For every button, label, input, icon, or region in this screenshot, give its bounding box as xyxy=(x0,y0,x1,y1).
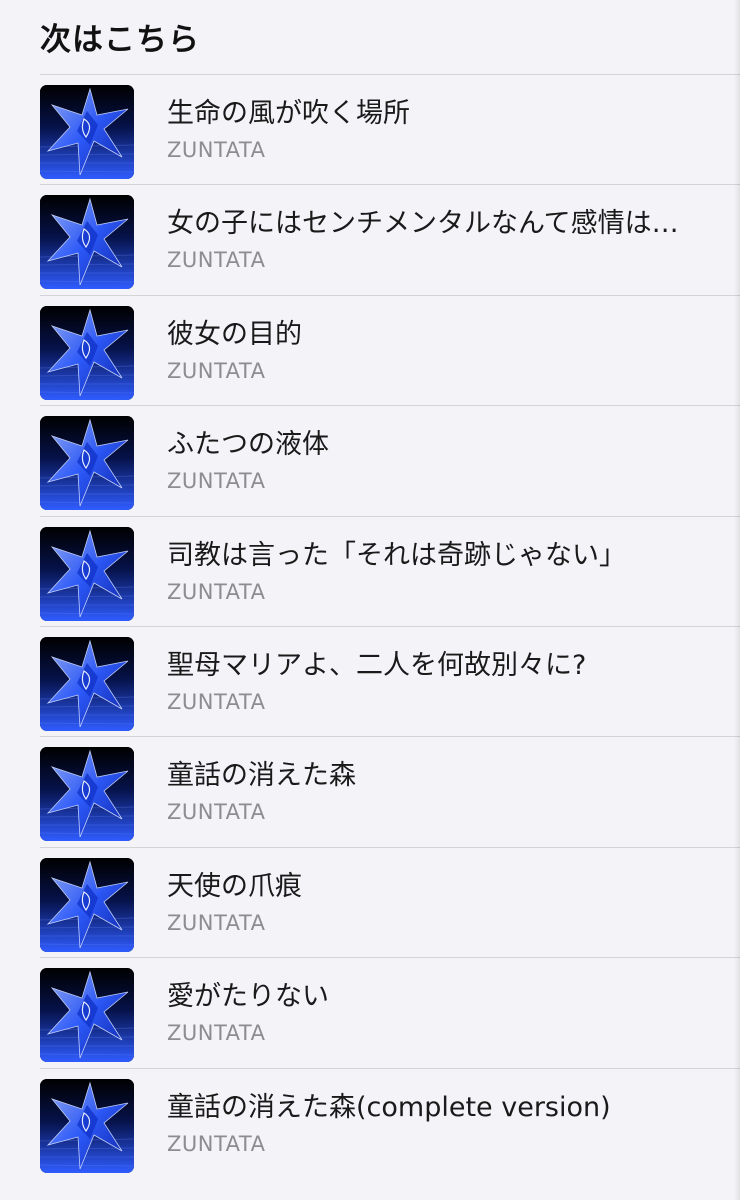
track-list: 生命の風が吹く場所 ZUNTATA 女の子にはセンチメンタルなんて感情は… ZU… xyxy=(0,74,740,1178)
album-art-icon xyxy=(40,857,134,952)
track-title: 聖母マリアよ、二人を何故別々に? xyxy=(167,649,587,681)
track-artist: ZUNTATA xyxy=(167,579,266,604)
album-art-icon xyxy=(40,526,134,621)
track-artist: ZUNTATA xyxy=(167,1021,266,1046)
track-artist: ZUNTATA xyxy=(167,248,266,273)
album-art-icon xyxy=(40,305,134,400)
track-title: 愛がたりない xyxy=(167,981,329,1013)
track-title: ふたつの液体 xyxy=(167,429,329,461)
track-row[interactable]: 聖母マリアよ、二人を何故別々に? ZUNTATA xyxy=(40,625,740,736)
track-title: 司教は言った「それは奇跡じゃない」 xyxy=(167,539,626,571)
track-row[interactable]: 司教は言った「それは奇跡じゃない」 ZUNTATA xyxy=(40,515,740,626)
track-artist: ZUNTATA xyxy=(167,1131,266,1156)
up-next-title: 次はこちら xyxy=(40,21,200,58)
track-title: 童話の消えた森(complete version) xyxy=(167,1091,611,1123)
up-next-screen: 次はこちら 生命の風が吹く場所 ZUNTATA 女の子にはセンチメンタルなんて感… xyxy=(0,0,740,1200)
track-row[interactable]: 愛がたりない ZUNTATA xyxy=(40,957,740,1067)
album-art-icon xyxy=(40,195,134,290)
track-title: 天使の爪痕 xyxy=(167,870,302,902)
album-art-icon xyxy=(40,747,134,842)
track-title: 生命の風が吹く場所 xyxy=(167,98,410,129)
track-artist: ZUNTATA xyxy=(167,358,266,383)
track-artist: ZUNTATA xyxy=(167,910,266,935)
track-row[interactable]: 童話の消えた森 ZUNTATA xyxy=(40,736,740,846)
track-row[interactable]: 女の子にはセンチメンタルなんて感情は… ZUNTATA xyxy=(40,184,740,294)
album-art-icon xyxy=(40,416,134,511)
track-row[interactable]: 童話の消えた森(complete version) ZUNTATA xyxy=(40,1067,740,1178)
track-artist: ZUNTATA xyxy=(167,138,266,162)
album-art-icon xyxy=(40,636,134,731)
album-art-icon xyxy=(40,1078,134,1173)
track-row[interactable]: 天使の爪痕 ZUNTATA xyxy=(40,846,740,957)
track-row[interactable]: 生命の風が吹く場所 ZUNTATA xyxy=(40,74,740,184)
track-artist: ZUNTATA xyxy=(167,469,266,494)
album-art-icon xyxy=(40,85,134,179)
album-art-icon xyxy=(40,968,134,1063)
track-row[interactable]: ふたつの液体 ZUNTATA xyxy=(40,405,740,515)
header: 次はこちら xyxy=(40,8,200,64)
track-title: 女の子にはセンチメンタルなんて感情は… xyxy=(167,208,679,240)
track-title: 童話の消えた森 xyxy=(167,760,356,792)
track-artist: ZUNTATA xyxy=(167,689,266,714)
track-artist: ZUNTATA xyxy=(167,800,266,825)
track-row[interactable]: 彼女の目的 ZUNTATA xyxy=(40,294,740,405)
track-title: 彼女の目的 xyxy=(167,318,302,350)
